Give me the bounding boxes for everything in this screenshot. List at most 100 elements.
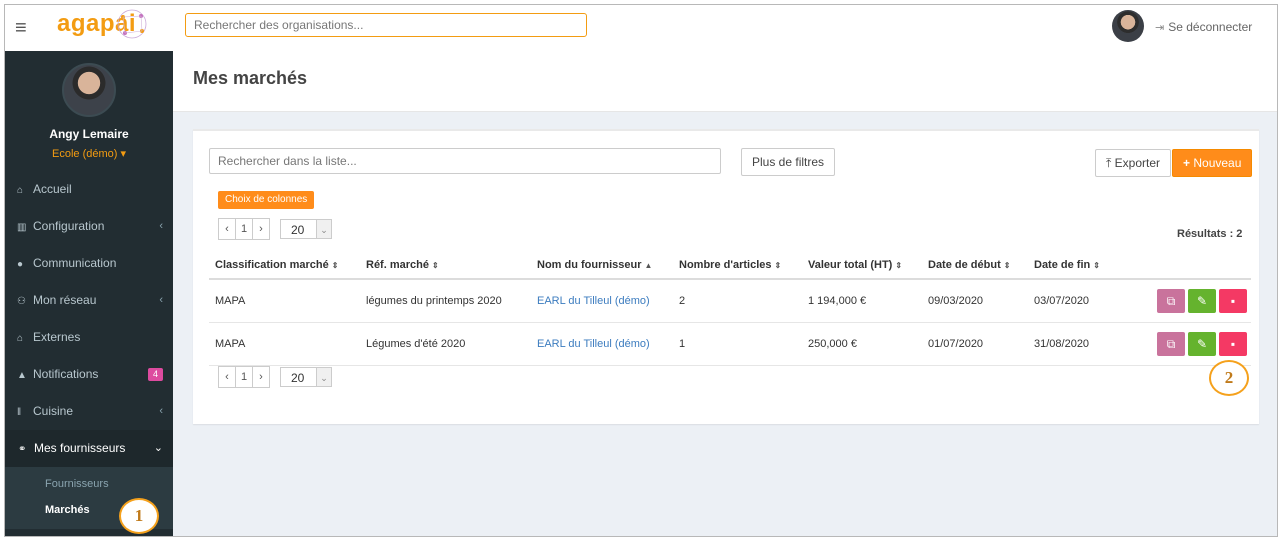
page-size-value: 20 [291,371,305,385]
app-window: ≡ agapai ⇥Se déconnecter Angy Lemai [4,4,1278,537]
supplier-link[interactable]: EARL du Tilleul (démo) [537,338,650,350]
edit-button[interactable]: ✎ [1188,289,1216,313]
prev-page-button[interactable]: ‹ [218,366,236,388]
annotation-marker-1: 1 [119,498,159,534]
sort-icon: ⇕ [774,261,782,270]
prev-page-button[interactable]: ‹ [218,218,236,240]
top-bar: ≡ agapai ⇥Se déconnecter [5,5,1277,52]
trash-icon: ▪ [1230,337,1236,351]
logo[interactable]: agapai [57,9,147,39]
sidebar-item-cuisine[interactable]: ǁ Cuisine ‹ [5,393,173,430]
copy-icon: ⧉ [1166,337,1176,351]
logout-link[interactable]: ⇥ Se déconnecter [1155,20,1252,34]
cutlery-icon: ǁ [17,407,22,418]
page-size-select[interactable]: 20 ⌄ [280,367,332,387]
column-header[interactable]: Valeur total (HT) ⇕ [802,252,922,280]
column-header-label: Réf. marché [366,259,429,271]
page-number-button[interactable]: 1 [236,366,253,388]
cell-article-count: 1 [673,322,802,366]
column-header[interactable]: Date de début ⇕ [922,252,1028,280]
page-number-button[interactable]: 1 [236,218,253,240]
sidebar-item-externes[interactable]: ⌂ Externes [5,319,173,356]
bell-icon: ▲ [17,370,27,381]
delete-button[interactable]: ▪ [1219,332,1247,356]
handshake-icon: ⚭ [18,444,27,455]
next-page-button[interactable]: › [253,366,270,388]
cell-end-date: 31/08/2020 [1028,322,1131,366]
column-header[interactable]: Date de fin ⇕ [1028,252,1131,280]
logout-label: Se déconnecter [1168,20,1253,34]
cell-classification: MAPA [209,322,360,366]
edit-button[interactable]: ✎ [1188,332,1216,356]
hamburger-menu-icon[interactable]: ≡ [15,18,27,38]
list-search-input[interactable] [209,148,721,174]
sidebar-item-communication[interactable]: ● Communication [5,245,173,282]
annotation-marker-2: 2 [1209,360,1249,396]
user-name: Angy Lemaire [49,127,129,141]
user-avatar[interactable] [1112,10,1144,42]
next-page-button[interactable]: › [253,218,270,240]
column-header[interactable]: Classification marché ⇕ [209,252,360,280]
page-header: Mes marchés [173,51,1277,112]
duplicate-button[interactable]: ⧉ [1157,332,1185,356]
cell-start-date: 01/07/2020 [922,322,1028,366]
table-row[interactable]: MAPA légumes du printemps 2020 EARL du T… [209,279,1251,323]
new-label: Nouveau [1193,156,1242,170]
chevron-down-icon: ⌄ [316,368,331,386]
sidebar-item-label: Externes [33,330,81,344]
sidebar-item-label: Mon réseau [33,293,97,307]
markets-list-box: Plus de filtres ⤒ Exporter + Nouveau Cho… [193,129,1259,424]
sidebar-item-label: Accueil [33,182,72,196]
column-header-label: Date de fin [1034,259,1091,271]
page-title: Mes marchés [193,68,308,88]
upload-icon: ⤒ [1106,156,1112,170]
sort-icon: ⇕ [1093,261,1100,270]
chevron-down-icon: ⌄ [316,220,331,238]
pagination-bottom: ‹ 1 › 20 ⌄ [218,366,332,388]
pencil-icon: ✎ [1196,337,1208,351]
supplier-link[interactable]: EARL du Tilleul (démo) [537,295,650,307]
sidebar-item-notifications[interactable]: ▲ Notifications 4 [5,356,173,393]
table-header-row: Classification marché ⇕ Réf. marché ⇕ Nom … [209,252,1251,280]
cell-supplier: EARL du Tilleul (démo) [531,322,673,366]
duplicate-button[interactable]: ⧉ [1157,289,1185,313]
column-header[interactable]: Nom du fournisseur ▲ [531,252,673,280]
sidebar: Angy Lemaire Ecole (démo) ▾ ⌂ Accueil ▥ Co… [5,51,173,536]
more-filters-button[interactable]: Plus de filtres [741,148,836,176]
trash-icon: ▪ [1230,294,1236,308]
sidebar-item-label: Configuration [33,219,105,233]
column-chooser-button[interactable]: Choix de colonnes [218,191,315,209]
column-header-label: Nom du fournisseur [537,259,642,271]
cell-total-value: 250,000 € [802,322,922,366]
sidebar-item-configuration[interactable]: ▥ Configuration ‹ [5,208,173,245]
sidebar-item-mes-fournisseurs[interactable]: ⚭ Mes fournisseurs ⌄ [5,430,173,467]
column-header[interactable]: Réf. marché ⇕ [360,252,531,280]
organisation-dropdown[interactable]: Ecole (démo) ▾ [5,147,173,160]
submenu-item-fournisseurs[interactable]: Fournisseurs [5,471,173,497]
home-icon: ⌂ [17,185,24,196]
cell-reference: légumes du printemps 2020 [360,279,531,323]
export-button[interactable]: ⤒ Exporter [1095,149,1172,177]
pencil-icon: ✎ [1196,294,1208,308]
organisation-search-input[interactable] [185,13,587,37]
sort-icon: ⇕ [331,261,339,270]
institution-icon: ▥ [17,222,27,233]
column-header-label: Nombre d'articles [679,259,772,271]
table-row[interactable]: MAPA Légumes d'été 2020 EARL du Tilleul … [209,322,1251,366]
chevron-left-icon: ‹ [159,294,163,306]
cell-classification: MAPA [209,279,360,323]
sidebar-item-accueil[interactable]: ⌂ Accueil [5,171,173,208]
comments-icon: ● [17,259,24,270]
delete-button[interactable]: ▪ [1219,289,1247,313]
column-header[interactable]: Nombre d'articles ⇕ [673,252,802,280]
sidebar-item-mon-reseau[interactable]: ⚇ Mon réseau ‹ [5,282,173,319]
chevron-left-icon: ‹ [159,220,163,232]
new-button[interactable]: + Nouveau [1172,149,1253,177]
markets-table: Classification marché ⇕ Réf. marché ⇕ Nom … [209,252,1251,366]
sort-ascending-icon: ▲ [644,261,653,270]
users-icon: ⚇ [17,296,26,307]
notification-count-badge: 4 [147,368,163,381]
sort-icon: ⇕ [431,261,439,270]
cell-total-value: 1 194,000 € [802,279,922,323]
page-size-select[interactable]: 20 ⌄ [280,219,332,239]
